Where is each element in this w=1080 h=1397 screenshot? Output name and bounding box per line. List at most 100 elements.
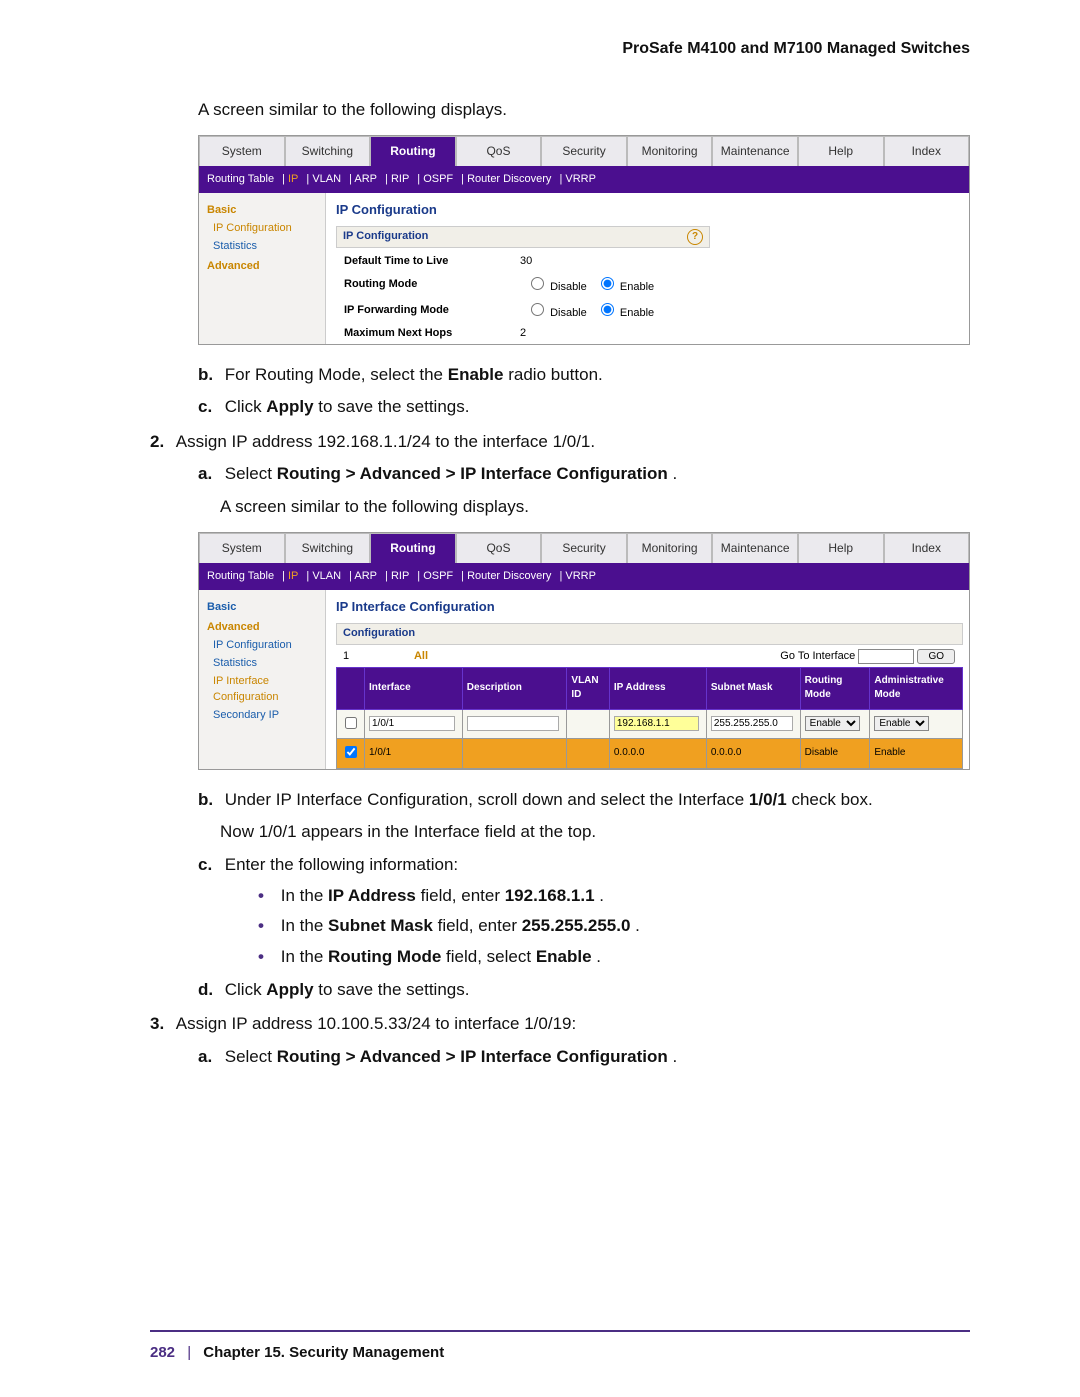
tab-maintenance[interactable]: Maintenance — [712, 533, 798, 563]
subnav-item[interactable]: ARP — [354, 570, 377, 582]
tab-security[interactable]: Security — [541, 533, 627, 563]
step-c-bold: Apply — [266, 397, 313, 416]
tab-qos[interactable]: QoS — [456, 136, 542, 166]
cell-interface: 1/0/1 — [365, 739, 463, 769]
subnav-item[interactable]: RIP — [391, 173, 409, 185]
sidebar-statistics[interactable]: Statistics — [213, 239, 317, 255]
sidebar-basic[interactable]: Basic — [207, 600, 317, 616]
routing-mode-disable-radio[interactable] — [531, 277, 544, 290]
ip-forwarding-disable[interactable]: Disable — [526, 300, 587, 322]
b2-mid: field, enter — [438, 916, 522, 935]
subnav-item[interactable]: Routing Table — [207, 570, 274, 582]
intro-text-2: A screen similar to the following displa… — [220, 495, 970, 520]
help-icon[interactable]: ? — [687, 229, 703, 245]
footer-chapter: Chapter 15. Security Management — [203, 1344, 444, 1361]
all-label[interactable]: All — [356, 649, 486, 665]
table-row[interactable]: 1/0/1 0.0.0.0 0.0.0.0 Disable Enable — [337, 739, 963, 769]
sidebar-basic[interactable]: Basic — [207, 203, 317, 219]
row-checkbox[interactable] — [345, 717, 357, 729]
ip-forwarding-disable-radio[interactable] — [531, 303, 544, 316]
sidebar-ip-interface-config[interactable]: IP Interface Configuration — [213, 674, 317, 706]
description-input[interactable] — [467, 716, 559, 731]
sidebar-advanced[interactable]: Advanced — [207, 620, 317, 636]
sidebar-secondary-ip[interactable]: Secondary IP — [213, 708, 317, 724]
step-b-tail: radio button. — [508, 365, 603, 384]
row-checkbox[interactable] — [345, 746, 357, 758]
tab-switching[interactable]: Switching — [285, 533, 371, 563]
tab-routing[interactable]: Routing — [370, 136, 456, 166]
sub-nav: Routing Table| IP| VLAN| ARP| RIP| OSPF|… — [199, 167, 969, 193]
screenshot-ip-interface-configuration: System Switching Routing QoS Security Mo… — [198, 532, 970, 770]
subnet-mask-input[interactable] — [711, 716, 793, 731]
tab-help[interactable]: Help — [798, 533, 884, 563]
subnav-item[interactable]: ARP — [354, 173, 377, 185]
b2-post: . — [635, 916, 640, 935]
running-head: ProSafe M4100 and M7100 Managed Switches — [150, 40, 970, 58]
sub-nav: Routing Table| IP| VLAN| ARP| RIP| OSPF|… — [199, 564, 969, 590]
col-checkbox — [337, 667, 365, 709]
main-tabs: System Switching Routing QoS Security Mo… — [199, 136, 969, 167]
tab-system[interactable]: System — [199, 533, 285, 563]
subnav-item[interactable]: Routing Table — [207, 173, 274, 185]
step-3a-bold: Routing > Advanced > IP Interface Config… — [277, 1047, 668, 1066]
subnav-item[interactable]: IP — [288, 570, 298, 582]
subnav-item[interactable]: IP — [288, 173, 298, 185]
ip-forwarding-enable[interactable]: Enable — [596, 300, 654, 322]
cell-ip: 0.0.0.0 — [609, 739, 706, 769]
routing-mode-disable[interactable]: Disable — [526, 274, 587, 296]
interface-input[interactable] — [369, 716, 455, 731]
col-routing-mode: Routing Mode — [800, 667, 870, 709]
cell-routing-mode: Disable — [800, 739, 870, 769]
table-row: Enable Enable — [337, 709, 963, 739]
b1-bold: IP Address — [328, 886, 416, 905]
subnav-item[interactable]: VLAN — [312, 173, 341, 185]
subnav-item[interactable]: OSPF — [423, 173, 453, 185]
subnav-item[interactable]: VRRP — [565, 173, 596, 185]
tab-routing[interactable]: Routing — [370, 533, 456, 563]
interface-table: Interface Description VLAN ID IP Address… — [336, 667, 963, 769]
sidebar-advanced[interactable]: Advanced — [207, 259, 317, 275]
sidebar-statistics[interactable]: Statistics — [213, 656, 317, 672]
group-label: IP Configuration — [343, 229, 428, 245]
cell-mask: 0.0.0.0 — [706, 739, 800, 769]
disable-label: Disable — [550, 281, 587, 293]
goto-interface-input[interactable] — [858, 649, 914, 664]
step-2c: Enter the following information: — [225, 855, 458, 874]
ttl-label: Default Time to Live — [336, 252, 512, 272]
ip-address-input[interactable] — [614, 716, 699, 731]
subnav-item[interactable]: VLAN — [312, 570, 341, 582]
routing-mode-select[interactable]: Enable — [805, 716, 860, 731]
tab-help[interactable]: Help — [798, 136, 884, 166]
routing-mode-label: Routing Mode — [336, 272, 512, 298]
step-c-text: Click — [225, 397, 267, 416]
tab-maintenance[interactable]: Maintenance — [712, 136, 798, 166]
step-c-tail: to save the settings. — [318, 397, 469, 416]
tab-index[interactable]: Index — [884, 136, 970, 166]
enable-label: Enable — [620, 307, 654, 319]
go-button[interactable]: GO — [917, 649, 955, 664]
sidebar-ip-config[interactable]: IP Configuration — [213, 638, 317, 654]
tab-switching[interactable]: Switching — [285, 136, 371, 166]
admin-mode-select[interactable]: Enable — [874, 716, 929, 731]
ip-forwarding-enable-radio[interactable] — [601, 303, 614, 316]
group-label: Configuration — [343, 626, 415, 642]
tab-security[interactable]: Security — [541, 136, 627, 166]
routing-mode-enable[interactable]: Enable — [596, 274, 654, 296]
sidebar-ip-config[interactable]: IP Configuration — [213, 221, 317, 237]
page-title: IP Interface Configuration — [336, 598, 963, 617]
step-2d-bold: Apply — [266, 980, 313, 999]
tab-monitoring[interactable]: Monitoring — [627, 533, 713, 563]
subnav-item[interactable]: Router Discovery — [467, 173, 551, 185]
tab-index[interactable]: Index — [884, 533, 970, 563]
intro-text-1: A screen similar to the following displa… — [198, 98, 970, 123]
max-next-hops-label: Maximum Next Hops — [336, 324, 512, 344]
tab-monitoring[interactable]: Monitoring — [627, 136, 713, 166]
subnav-item[interactable]: VRRP — [565, 570, 596, 582]
subnav-item[interactable]: Router Discovery — [467, 570, 551, 582]
subnav-item[interactable]: OSPF — [423, 570, 453, 582]
subnav-item[interactable]: RIP — [391, 570, 409, 582]
routing-mode-enable-radio[interactable] — [601, 277, 614, 290]
step-2b-pre: Under IP Interface Configuration, scroll… — [225, 790, 749, 809]
tab-qos[interactable]: QoS — [456, 533, 542, 563]
tab-system[interactable]: System — [199, 136, 285, 166]
